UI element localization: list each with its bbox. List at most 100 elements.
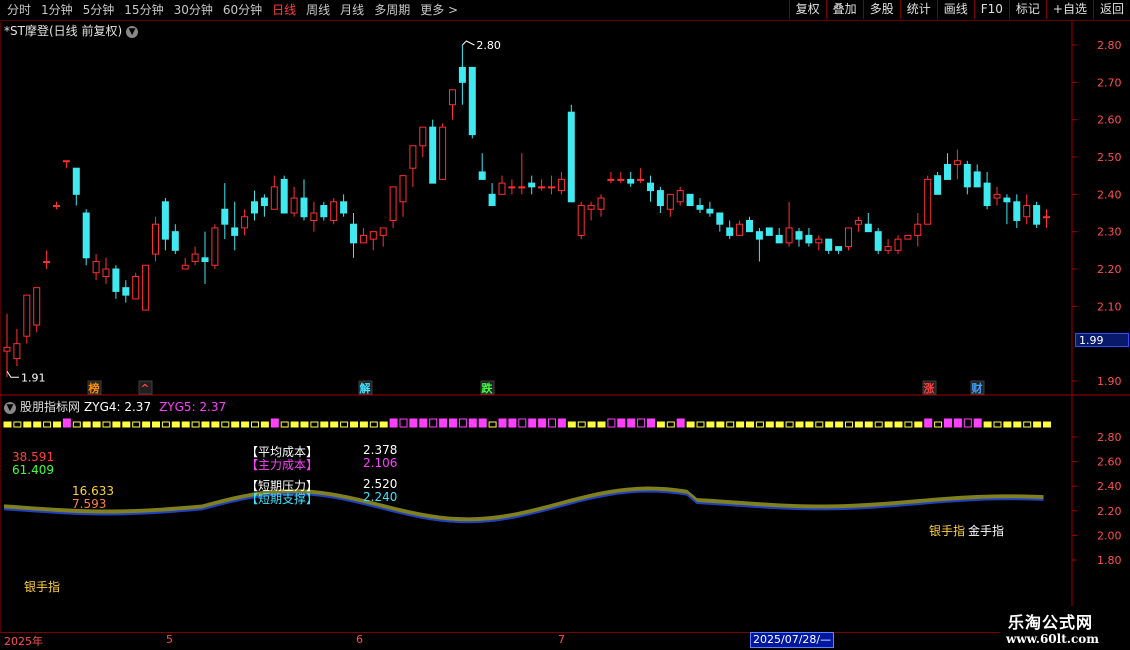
ind-square-64 [637, 418, 646, 428]
candle-body-24 [241, 216, 249, 229]
ind-square-70 [696, 421, 705, 428]
ind-square-30 [300, 421, 309, 428]
candle-body-77 [765, 227, 773, 236]
ind-square-31 [310, 421, 319, 428]
ind-square-97 [963, 418, 972, 428]
indicator-dropdown-icon[interactable]: ▼ [4, 401, 16, 414]
candle-body-52 [518, 186, 526, 189]
ind-square-69 [686, 421, 695, 428]
ind-square-92 [914, 421, 923, 428]
candle-body-29 [290, 197, 298, 214]
ind-square-41 [409, 418, 418, 428]
ind-square-72 [716, 421, 725, 428]
ind-square-68 [676, 418, 685, 428]
ind-square-96 [953, 418, 962, 428]
ind-square-85 [845, 421, 853, 428]
candle-body-6 [62, 160, 70, 163]
ind-square-105 [1043, 421, 1051, 428]
candle-body-14 [142, 264, 150, 311]
ind-square-63 [627, 418, 636, 428]
ind-square-45 [449, 418, 457, 428]
ind-square-19 [191, 421, 200, 428]
price-tick-label-0: 2.80 [1097, 39, 1122, 52]
ind-square-102 [1013, 421, 1022, 428]
ind-square-83 [825, 421, 834, 428]
ind-square-51 [508, 418, 517, 428]
candle-body-47 [468, 66, 476, 136]
ind-square-55 [548, 418, 556, 428]
candle-body-86 [854, 219, 862, 225]
ind-square-18 [181, 421, 190, 428]
zyg4-value: ZYG4: 2.37 [84, 400, 152, 414]
left-value-a: 38.591 [12, 450, 54, 464]
ind-square-4 [43, 421, 52, 428]
candle-body-17 [171, 231, 179, 251]
ind-square-95 [944, 418, 952, 428]
candle-body-48 [478, 171, 486, 180]
candle-body-94 [934, 175, 942, 195]
candle-body-70 [696, 205, 704, 210]
candle-body-41 [409, 145, 417, 169]
candle-body-1 [13, 343, 21, 360]
ind-square-84 [835, 421, 844, 428]
candle-body-23 [231, 227, 239, 236]
event-tag-2: 解 [360, 381, 371, 395]
gold-finger-label: 金手指 [968, 524, 1005, 538]
ind-square-66 [656, 421, 665, 428]
ind-square-49 [488, 421, 497, 428]
main-cost-label: 【主力成本】 [246, 458, 319, 472]
candle-body-50 [498, 182, 506, 195]
ind-square-21 [211, 421, 220, 428]
candle-body-93 [924, 178, 932, 225]
ind-square-25 [251, 421, 259, 428]
ind-square-53 [528, 418, 537, 428]
candle-body-40 [399, 175, 407, 203]
ind-square-22 [221, 421, 230, 428]
candle-body-4 [43, 261, 51, 264]
price-tick-label-7: 2.10 [1097, 300, 1122, 313]
ind-square-16 [161, 421, 170, 428]
ind-square-93 [924, 418, 933, 428]
ind-square-6 [62, 418, 71, 428]
candle-body-58 [577, 205, 585, 236]
indicator-title-row[interactable]: ▼ 股朋指标网 ZYG4: 2.37 ZYG5: 2.37 [4, 398, 226, 415]
ind-square-15 [152, 421, 160, 428]
ind-square-104 [1033, 421, 1042, 428]
ind-square-76 [755, 421, 764, 428]
candle-body-84 [835, 246, 843, 251]
ind-square-73 [726, 421, 735, 428]
high-label: 2.80 [476, 39, 501, 52]
ind-square-39 [389, 418, 398, 428]
candle-body-55 [548, 186, 555, 189]
candle-body-62 [617, 178, 625, 181]
candle-body-103 [1023, 205, 1031, 218]
candle-body-44 [439, 126, 447, 180]
kline-chart[interactable]: 2.80 2.70 2.60 2.50 2.40 2.30 2.20 2.10 1.90 2.80… [0, 0, 1130, 650]
ind-square-87 [864, 421, 873, 428]
mid-value-b: 7.593 [72, 497, 107, 511]
ind-square-26 [260, 421, 269, 428]
candle-body-2 [23, 294, 31, 337]
ind-square-90 [894, 421, 903, 428]
main-chart-title[interactable]: *ST摩登(日线 前复权) ▼ [4, 22, 139, 39]
candle-body-60 [597, 197, 605, 210]
candle-body-87 [864, 223, 872, 233]
ind-square-8 [82, 421, 91, 428]
candle-body-25 [251, 201, 258, 214]
candle-body-99 [983, 182, 991, 207]
candle-body-13 [132, 275, 140, 300]
ind-square-82 [815, 421, 824, 428]
candle-body-88 [874, 231, 882, 251]
ind-square-98 [973, 418, 982, 428]
title-dropdown-icon[interactable]: ▼ [126, 25, 139, 38]
ind-square-44 [439, 418, 448, 428]
candle-body-12 [122, 287, 130, 296]
ind-square-42 [419, 418, 428, 428]
ind-square-33 [330, 421, 339, 428]
candle-body-67 [666, 193, 674, 210]
ind-square-75 [746, 421, 754, 428]
watermark-title: 乐淘公式网 [1008, 613, 1094, 632]
silver-finger-label-left: 银手指 [24, 580, 61, 594]
candle-body-101 [1003, 197, 1011, 203]
candle-body-64 [637, 178, 645, 181]
